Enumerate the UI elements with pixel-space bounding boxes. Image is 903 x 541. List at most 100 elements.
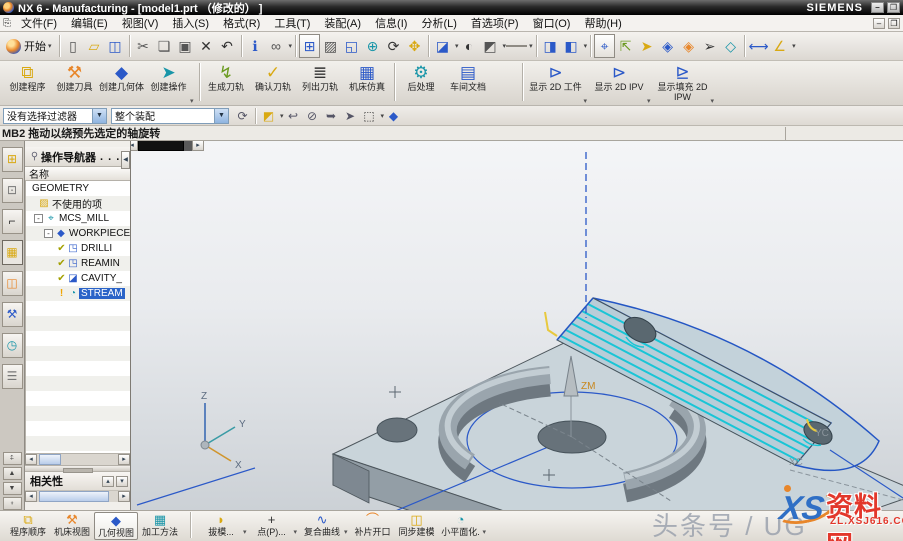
panel-splitter[interactable] — [25, 465, 130, 472]
show-ipw-caret-icon[interactable]: ▾ — [711, 97, 715, 105]
snap-vector-icon[interactable] — [615, 35, 636, 57]
search-binoculars-icon[interactable] — [266, 35, 287, 57]
zoom-window-icon[interactable] — [341, 35, 362, 57]
delete-icon[interactable] — [196, 35, 217, 57]
tool-palette-tab[interactable] — [2, 302, 23, 327]
program-order-view-button[interactable]: 程序顺序 — [6, 512, 50, 540]
reverse-orange-icon[interactable] — [678, 35, 699, 57]
operation-navigator-tab[interactable] — [2, 240, 23, 265]
create-operation-button[interactable]: 创建操作 — [145, 63, 192, 104]
selection-filter-combo[interactable]: 没有选择过滤器 ▼ — [3, 108, 107, 124]
dependencies-down-icon[interactable]: ▾ — [116, 476, 128, 487]
patch-opening-button[interactable]: 补片开口 — [351, 512, 395, 540]
machine-simulation-button[interactable]: 机床仿真 — [344, 63, 391, 104]
orient-wcs-icon[interactable] — [594, 34, 615, 58]
menu-edit[interactable]: 编辑(E) — [64, 14, 115, 32]
restore-button[interactable]: ❐ — [887, 2, 900, 13]
shaded-view-icon[interactable] — [432, 35, 453, 57]
create-group-caret-icon[interactable]: ▾ — [190, 97, 194, 105]
verify-toolpath-button[interactable]: 确认刀轨 — [250, 63, 297, 104]
view-triad[interactable]: Z Y X — [201, 391, 246, 471]
select-cursor-icon[interactable] — [699, 35, 720, 57]
list-toolpath-button[interactable]: 列出刀轨 — [297, 63, 344, 104]
scroll-right-icon[interactable]: ▸ — [118, 454, 130, 465]
child-minimize-button[interactable]: – — [873, 18, 885, 29]
open-folder-icon[interactable] — [84, 35, 105, 57]
resource-scroll-up-button[interactable]: ▲ — [3, 467, 22, 480]
scroll-left-icon[interactable]: ◂ — [25, 491, 37, 502]
tree-item-geometry[interactable]: GEOMETRY — [26, 181, 130, 196]
fit-view-icon[interactable] — [299, 34, 320, 58]
scroll-thumb[interactable] — [39, 454, 61, 465]
cut-icon[interactable] — [133, 35, 154, 57]
synchronous-modeling-button[interactable]: 同步建模 — [395, 512, 439, 540]
tree-item-unused[interactable]: 不使用的项 — [26, 196, 130, 211]
background-icon[interactable] — [506, 45, 527, 47]
selection-filter-dropdown-icon[interactable]: ▼ — [92, 109, 106, 123]
paste-icon[interactable] — [175, 35, 196, 57]
dependencies-up-icon[interactable]: ▴ — [102, 476, 114, 487]
save-icon[interactable] — [105, 35, 126, 57]
snap-options-icon[interactable] — [720, 35, 741, 57]
copy-icon[interactable] — [154, 35, 175, 57]
face-analysis-icon[interactable] — [459, 35, 480, 57]
composite-curve-button[interactable]: 复合曲线 — [300, 512, 344, 540]
pan-view-icon[interactable] — [404, 35, 425, 57]
assembly-navigator-tab[interactable] — [2, 147, 23, 172]
dependencies-scrollbar[interactable]: ◂ ▸ — [25, 490, 130, 502]
point-caret-icon[interactable]: ▾ — [294, 528, 298, 536]
child-restore-button[interactable]: ❐ — [888, 18, 900, 29]
scroll-right-icon[interactable]: ▸ — [118, 491, 130, 502]
tree-item-cavity[interactable]: ✔ CAVITY_ — [26, 271, 130, 286]
scroll-left-icon[interactable]: ◂ — [131, 141, 138, 151]
show2d-caret-icon[interactable]: ▾ — [584, 97, 588, 105]
drag-icon[interactable] — [341, 107, 360, 125]
pin-icon[interactable] — [28, 151, 41, 162]
name-column-header[interactable]: 名称 — [25, 167, 130, 181]
part-cube-icon[interactable] — [384, 107, 403, 125]
scroll-thumb[interactable] — [39, 491, 109, 502]
panel-collapse-button[interactable]: ◀ — [121, 151, 130, 169]
menu-tools[interactable]: 工具(T) — [267, 14, 317, 32]
expander-icon[interactable] — [44, 229, 53, 238]
draft-button[interactable]: 拔模... — [199, 512, 243, 540]
history-tab[interactable] — [2, 333, 23, 358]
rotate-view-icon[interactable] — [383, 35, 404, 57]
raise-icon[interactable] — [322, 107, 341, 125]
minimize-button[interactable]: – — [871, 2, 884, 13]
facet-caret-icon[interactable]: ▾ — [483, 528, 487, 536]
scroll-thumb[interactable] — [138, 141, 184, 151]
snap-point-icon[interactable] — [259, 107, 278, 125]
snap-key-icon[interactable] — [636, 35, 657, 57]
roles-tab[interactable] — [2, 364, 23, 389]
start-button[interactable]: 开始 ▾ — [2, 34, 56, 58]
menu-analysis[interactable]: 分析(L) — [414, 14, 463, 32]
create-program-button[interactable]: 创建程序 — [4, 63, 51, 104]
menu-preferences[interactable]: 首选项(P) — [464, 14, 526, 32]
back-arrow-icon[interactable] — [284, 107, 303, 125]
marquee-select-icon[interactable] — [360, 107, 379, 125]
show-ipv-caret-icon[interactable]: ▾ — [647, 97, 651, 105]
tree-item-workpiece[interactable]: WORKPIECE — [26, 226, 130, 241]
create-geometry-button[interactable]: 创建几何体 — [98, 63, 145, 104]
tree-item-mcs-mill[interactable]: MCS_MILL — [26, 211, 130, 226]
expander-icon[interactable] — [34, 214, 43, 223]
facet-body-button[interactable]: 小平面化. — [439, 512, 483, 540]
clip-section-icon[interactable] — [540, 35, 561, 57]
show-filled-2d-ipw-button[interactable]: 显示填充 2D IPW — [653, 63, 713, 104]
dependencies-header[interactable]: 相关性 ▴ ▾ — [25, 472, 130, 490]
selection-scope-combo[interactable]: 整个装配 ▼ — [111, 108, 229, 124]
menu-information[interactable]: 信息(I) — [368, 14, 414, 32]
menu-help[interactable]: 帮助(H) — [577, 14, 628, 32]
show-2d-workpiece-button[interactable]: 显示 2D 工件 — [526, 63, 586, 104]
measure-distance-icon[interactable] — [748, 35, 769, 57]
part-navigator-tab[interactable] — [2, 209, 23, 234]
viewport-top-scrollbar[interactable]: ◂ ▸ — [131, 141, 204, 152]
menu-assemblies[interactable]: 装配(A) — [317, 14, 368, 32]
zoom-icon[interactable] — [362, 35, 383, 57]
postprocess-button[interactable]: 后处理 — [398, 63, 445, 104]
generate-toolpath-button[interactable]: 生成刀轨 — [203, 63, 250, 104]
menu-insert[interactable]: 插入(S) — [165, 14, 216, 32]
resource-scroll-top-button[interactable]: ⍏ — [3, 452, 22, 465]
tree-item-drilling[interactable]: ✔ DRILLI — [26, 241, 130, 256]
